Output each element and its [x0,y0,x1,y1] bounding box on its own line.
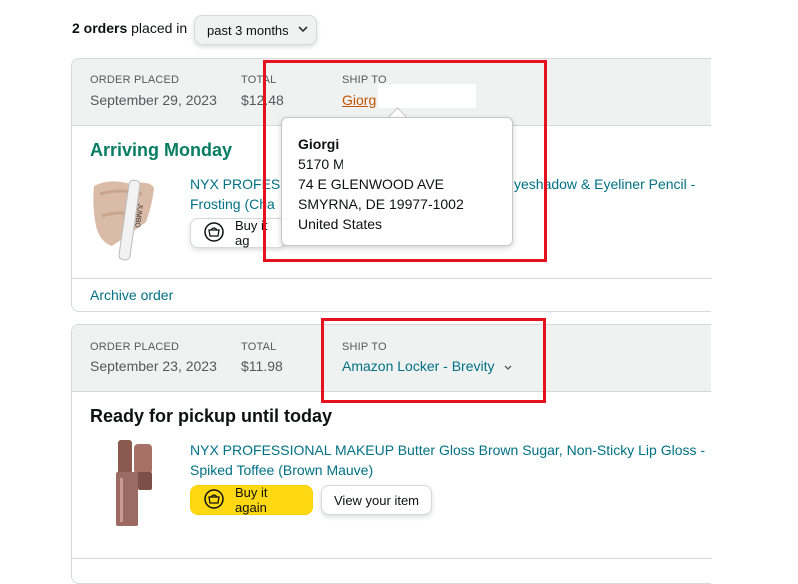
product-image[interactable]: JUMBO [90,176,156,262]
orders-summary: 2 orders placed in [72,20,187,36]
placed-in-label: placed in [131,20,188,36]
archive-order-link[interactable]: Archive order [90,287,173,303]
buy-it-again-button[interactable]: Buy it again [190,485,313,515]
time-range-dropdown[interactable]: past 3 months [194,15,317,45]
buy-again-icon [201,488,227,513]
time-range-value: past 3 months [207,22,289,38]
divider [72,278,712,279]
buy-it-again-label: Buy it again [235,485,268,515]
product-title-link-line2[interactable]: Spiked Toffee (Brown Mauve) [190,460,373,480]
orders-count: 2 orders [72,20,128,36]
order-placed-date: September 29, 2023 [90,92,217,108]
pickup-status: Ready for pickup until today [90,406,333,426]
view-your-item-button[interactable]: View your item [321,485,433,515]
product-title-link[interactable]: NYX PROFESSIONAL MAKEUP Butter Gloss Bro… [190,440,705,460]
order-placed-label: ORDER PLACED [90,341,180,353]
chevron-down-icon [298,25,308,36]
delivery-status: Arriving Monday [90,140,233,160]
order-placed-date: September 23, 2023 [90,358,217,374]
product-image[interactable] [112,438,158,528]
total-label: TOTAL [241,341,277,353]
order-placed-label: ORDER PLACED [90,74,180,86]
order-total: $11.98 [241,358,283,374]
buy-again-icon [201,221,227,246]
highlight-box [321,318,546,403]
divider [72,558,712,559]
highlight-box [263,60,547,262]
